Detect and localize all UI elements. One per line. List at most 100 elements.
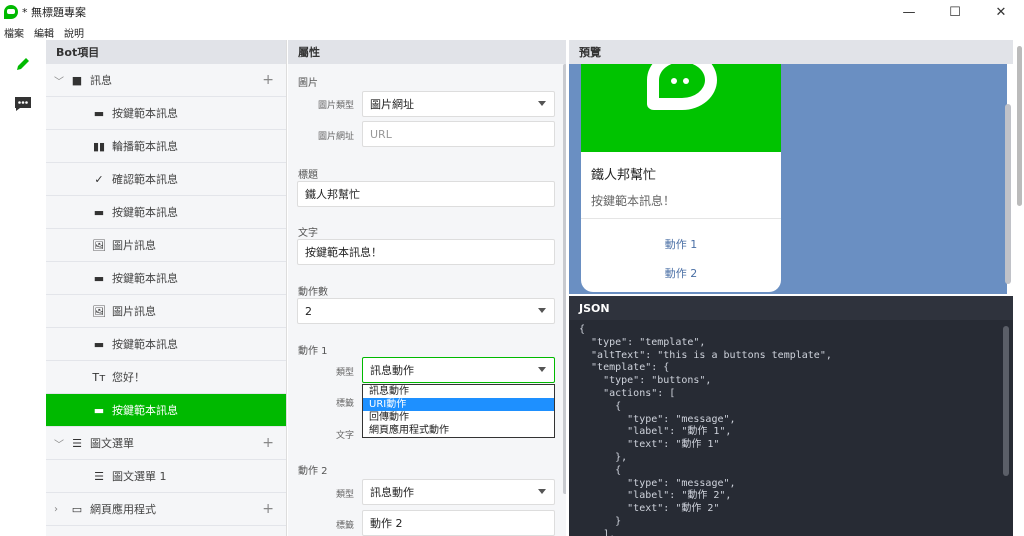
json-code: { "type": "template", "altText": "this i…	[579, 324, 832, 536]
caret-down-icon	[538, 308, 546, 313]
menu-file[interactable]: 檔案	[4, 25, 24, 40]
buttons-template-card: 鐵人邦幫忙 按鍵範本訊息！ 動作 1 動作 2	[581, 64, 781, 292]
panel-header: 預覽	[569, 40, 1013, 64]
add-icon[interactable]: +	[262, 501, 274, 517]
tree-item-label: 圖片訊息	[112, 239, 156, 252]
card-action-1[interactable]: 動作 1	[581, 236, 781, 252]
tree-group-messages[interactable]: ﹀ ■ 訊息 +	[46, 64, 286, 97]
menu-edit[interactable]: 編輯	[34, 25, 54, 40]
section-text: 文字	[298, 228, 318, 239]
tree-item-label: 按鍵範本訊息	[112, 404, 178, 417]
webapp-icon: ▭	[71, 502, 83, 516]
tree-item-label: 按鍵範本訊息	[112, 338, 178, 351]
add-icon[interactable]: +	[262, 435, 274, 451]
action2-label-label: 標籤	[335, 521, 354, 531]
tree-item[interactable]: ▬ 按鍵範本訊息	[46, 196, 286, 229]
tree-item[interactable]: ▬ 按鍵範本訊息	[46, 97, 286, 130]
scrollbar-thumb[interactable]	[1017, 46, 1022, 206]
tree-item[interactable]: ▮▮ 輪播範本訊息	[46, 130, 286, 163]
pencil-icon[interactable]	[13, 54, 33, 74]
json-scrollbar[interactable]	[1003, 326, 1009, 476]
tree-item[interactable]: Tт 您好！	[46, 361, 286, 394]
window-title: * 無標題專案	[22, 6, 86, 19]
action-count-select[interactable]: 2	[297, 298, 555, 324]
tree-item-label: 圖片訊息	[112, 305, 156, 318]
text-input[interactable]: 按鍵範本訊息！	[297, 239, 555, 265]
preview-scrollbar[interactable]	[1005, 104, 1011, 284]
dropdown-option-highlighted[interactable]: URI動作	[363, 398, 554, 411]
menu-help[interactable]: 說明	[64, 25, 84, 40]
tree-item[interactable]: ✓ 確認範本訊息	[46, 163, 286, 196]
minimize-button[interactable]: —	[886, 0, 932, 24]
tree-item[interactable]: ☰ 圖文選單 1	[46, 460, 286, 493]
action2-type-select[interactable]: 訊息動作	[362, 479, 555, 505]
app-logo-icon	[4, 5, 18, 19]
image-url-input[interactable]: URL	[362, 121, 555, 147]
card-action-2[interactable]: 動作 2	[581, 265, 781, 281]
add-icon[interactable]: +	[262, 72, 274, 88]
action1-label-label: 標籤	[335, 399, 354, 409]
check-icon: ✓	[94, 172, 104, 186]
title-bar: * 無標題專案 — ☐ ✕	[0, 0, 1024, 24]
properties-scrollbar[interactable]	[563, 64, 566, 494]
text-value: 按鍵範本訊息！	[305, 246, 382, 259]
title-value: 鐵人邦幫忙	[305, 188, 360, 201]
image-type-label: 圖片類型	[317, 101, 354, 111]
section-image: 圖片	[298, 78, 318, 89]
json-header: JSON	[569, 296, 1013, 320]
chevron-down-icon[interactable]: ﹀	[54, 73, 68, 88]
tree-group-label: 網頁應用程式	[90, 503, 156, 516]
window-scrollbar[interactable]	[1015, 40, 1024, 536]
preview-background: 鐵人邦幫忙 按鍵範本訊息！ 動作 1 動作 2	[569, 64, 1007, 294]
tree-item-label: 輪播範本訊息	[112, 140, 178, 153]
tree-item[interactable]: ▬ 按鍵範本訊息	[46, 328, 286, 361]
message-icon: ■	[71, 73, 83, 87]
divider	[581, 218, 781, 219]
maximize-button[interactable]: ☐	[932, 0, 978, 24]
section-title: 標題	[298, 170, 318, 181]
image-type-select[interactable]: 圖片網址	[362, 91, 555, 117]
tree-item-selected[interactable]: ▬ 按鍵範本訊息	[46, 394, 286, 427]
buttons-template-icon: ▬	[93, 337, 105, 351]
close-button[interactable]: ✕	[978, 0, 1024, 24]
panel-header: Bot項目	[46, 40, 286, 64]
action-type-dropdown[interactable]: 訊息動作 URI動作 回傳動作 網頁應用程式動作	[362, 384, 555, 438]
list-icon: ☰	[72, 436, 82, 450]
chevron-down-icon[interactable]: ﹀	[54, 436, 68, 451]
card-title: 鐵人邦幫忙	[591, 168, 657, 183]
dropdown-option[interactable]: 網頁應用程式動作	[363, 424, 554, 437]
tree-group-webapp[interactable]: › ▭ 網頁應用程式 +	[46, 493, 286, 526]
buttons-template-icon: ▬	[93, 106, 105, 120]
dropdown-option[interactable]: 回傳動作	[363, 411, 554, 424]
properties-panel: 屬性 圖片 圖片類型 圖片網址 圖片網址 URL 標題 鐵人邦幫忙 文字 按鍵範…	[288, 40, 566, 536]
caret-down-icon	[538, 101, 546, 106]
chat-icon[interactable]	[13, 94, 33, 114]
image-type-value: 圖片網址	[370, 98, 414, 111]
action1-text-label: 文字	[335, 431, 354, 441]
tree-item-label: 確認範本訊息	[112, 173, 178, 186]
preview-panel: 預覽 鐵人邦幫忙 按鍵範本訊息！ 動作 1 動作 2	[569, 40, 1013, 294]
action2-label-input[interactable]: 動作 2	[362, 510, 555, 536]
action1-type-select[interactable]: 訊息動作	[362, 357, 555, 383]
buttons-template-icon: ▬	[93, 205, 105, 219]
line-logo-icon	[647, 64, 717, 110]
tree-item[interactable]: 🖼 圖片訊息	[46, 229, 286, 262]
caret-down-icon	[538, 489, 546, 494]
tree-item-label: 按鍵範本訊息	[112, 272, 178, 285]
title-input[interactable]: 鐵人邦幫忙	[297, 181, 555, 207]
tree-item-label: 按鍵範本訊息	[112, 206, 178, 219]
text-icon: Tт	[92, 370, 106, 384]
tree-item[interactable]: ▬ 按鍵範本訊息	[46, 262, 286, 295]
tree-group-label: 訊息	[90, 74, 112, 87]
action2-label-value: 動作 2	[370, 517, 403, 530]
card-hero-image	[581, 64, 781, 152]
tree-group-richmenu[interactable]: ﹀ ☰ 圖文選單 +	[46, 427, 286, 460]
chevron-right-icon[interactable]: ›	[54, 504, 68, 515]
tree-item[interactable]: 🖼 圖片訊息	[46, 295, 286, 328]
dropdown-option[interactable]: 訊息動作	[363, 385, 554, 398]
richmenu-icon: ☰	[94, 469, 104, 483]
tree-item-label: 按鍵範本訊息	[112, 107, 178, 120]
card-text: 按鍵範本訊息！	[591, 194, 676, 208]
buttons-template-icon: ▬	[93, 403, 105, 417]
image-url-placeholder: URL	[370, 127, 392, 141]
